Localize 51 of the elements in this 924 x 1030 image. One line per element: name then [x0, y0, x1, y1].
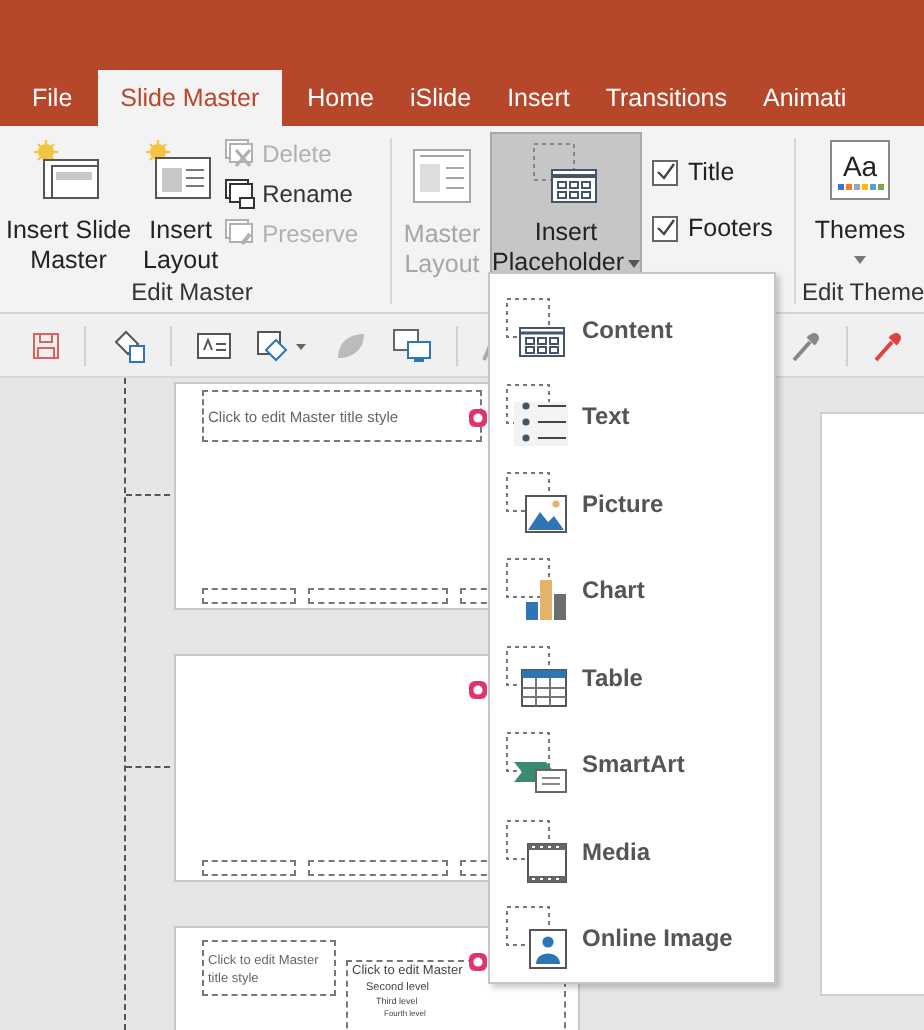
ribbon-button[interactable]: Insert Slide Master	[0, 134, 138, 278]
slide-master-icon	[34, 140, 103, 200]
group-label: Edit Master	[129, 278, 255, 310]
ribbon-tab[interactable]: File	[16, 70, 89, 126]
delete-slide-icon	[224, 138, 257, 170]
bullet-list-icon	[506, 384, 570, 449]
ribbon-tab[interactable]: Insert	[491, 70, 586, 126]
caret-icon	[628, 259, 641, 268]
rename-slide-icon	[224, 178, 257, 210]
ribbon-tab[interactable]: Transitions	[589, 70, 743, 126]
ribbon-button[interactable]: Insert Placeholder	[490, 132, 642, 278]
chevron-diagram-icon	[506, 732, 570, 797]
ribbon-tab[interactable]: Home	[291, 70, 390, 126]
eyedropper-icon[interactable]	[790, 327, 822, 363]
ribbon-tab[interactable]: iSlide	[393, 70, 488, 126]
picture-screen-icon[interactable]	[392, 327, 432, 363]
layout-icon	[412, 148, 472, 204]
menu-item[interactable]: Media	[490, 808, 774, 895]
bar-chart-icon	[506, 558, 570, 623]
menu-item[interactable]: Content	[490, 286, 774, 373]
paint-bucket-icon[interactable]	[110, 327, 146, 363]
ribbon-button[interactable]: Rename	[224, 176, 359, 212]
footer-placeholder	[202, 860, 296, 876]
eyedropper-icon[interactable]	[872, 327, 904, 363]
checkbox-label: Title	[688, 158, 735, 186]
footer-placeholder	[308, 588, 448, 604]
footer-placeholder	[308, 860, 448, 876]
checkbox[interactable]	[652, 215, 678, 241]
themes-button[interactable]: Aa Themes	[802, 134, 918, 266]
footer-placeholder	[202, 588, 296, 604]
shapes-icon[interactable]	[256, 329, 308, 361]
pin-slide-icon	[224, 218, 257, 250]
ribbon-tab[interactable]: Animati	[747, 70, 863, 126]
caret-icon	[854, 256, 866, 264]
group-label: Edit Theme	[802, 278, 922, 310]
image-icon	[506, 471, 570, 536]
menu-item[interactable]: SmartArt	[490, 721, 774, 808]
ribbon-button[interactable]: Insert Layout	[137, 134, 225, 278]
ribbon-tab[interactable]: Slide Master	[98, 70, 282, 126]
text-box-icon[interactable]	[196, 331, 232, 359]
person-image-icon	[506, 906, 570, 971]
layout-icon	[146, 140, 215, 200]
grid-icon	[506, 297, 570, 362]
checkbox[interactable]	[652, 159, 678, 185]
theme-preview-icon: Aa	[830, 140, 890, 200]
checkbox-label: Footers	[688, 214, 773, 242]
menu-item[interactable]: Table	[490, 634, 774, 721]
film-icon	[506, 819, 570, 884]
placeholder-grid-icon	[532, 142, 600, 206]
table-icon	[506, 645, 570, 710]
save-icon[interactable]	[32, 331, 60, 359]
